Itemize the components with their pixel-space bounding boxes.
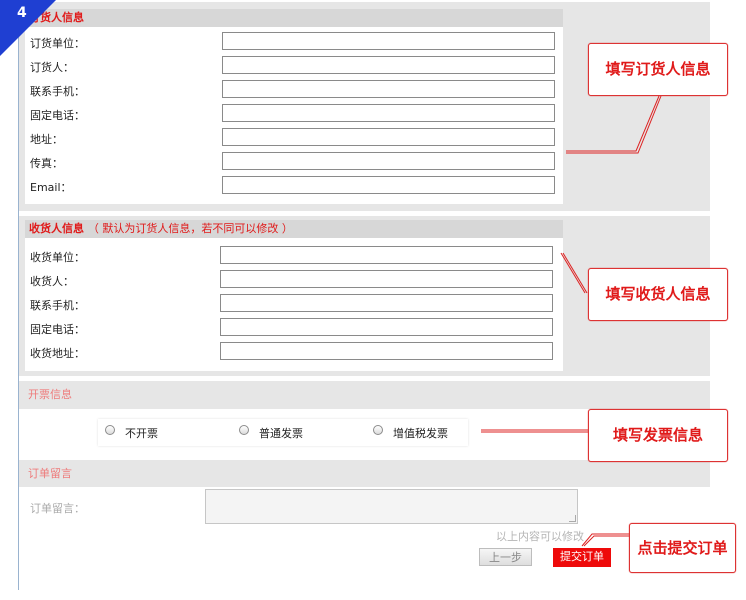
step-badge	[0, 0, 56, 56]
callout-submit: 点击提交订单	[629, 523, 736, 573]
orderer-connector	[566, 95, 662, 154]
callout-receiver: 填写收货人信息	[588, 268, 728, 321]
invoice-connector	[481, 429, 588, 433]
step-badge-number: 4	[17, 5, 27, 21]
callout-orderer: 填写订货人信息	[588, 43, 728, 96]
callout-invoice: 填写发票信息	[588, 409, 728, 462]
receiver-connector	[560, 252, 588, 294]
submit-connector	[581, 533, 630, 547]
